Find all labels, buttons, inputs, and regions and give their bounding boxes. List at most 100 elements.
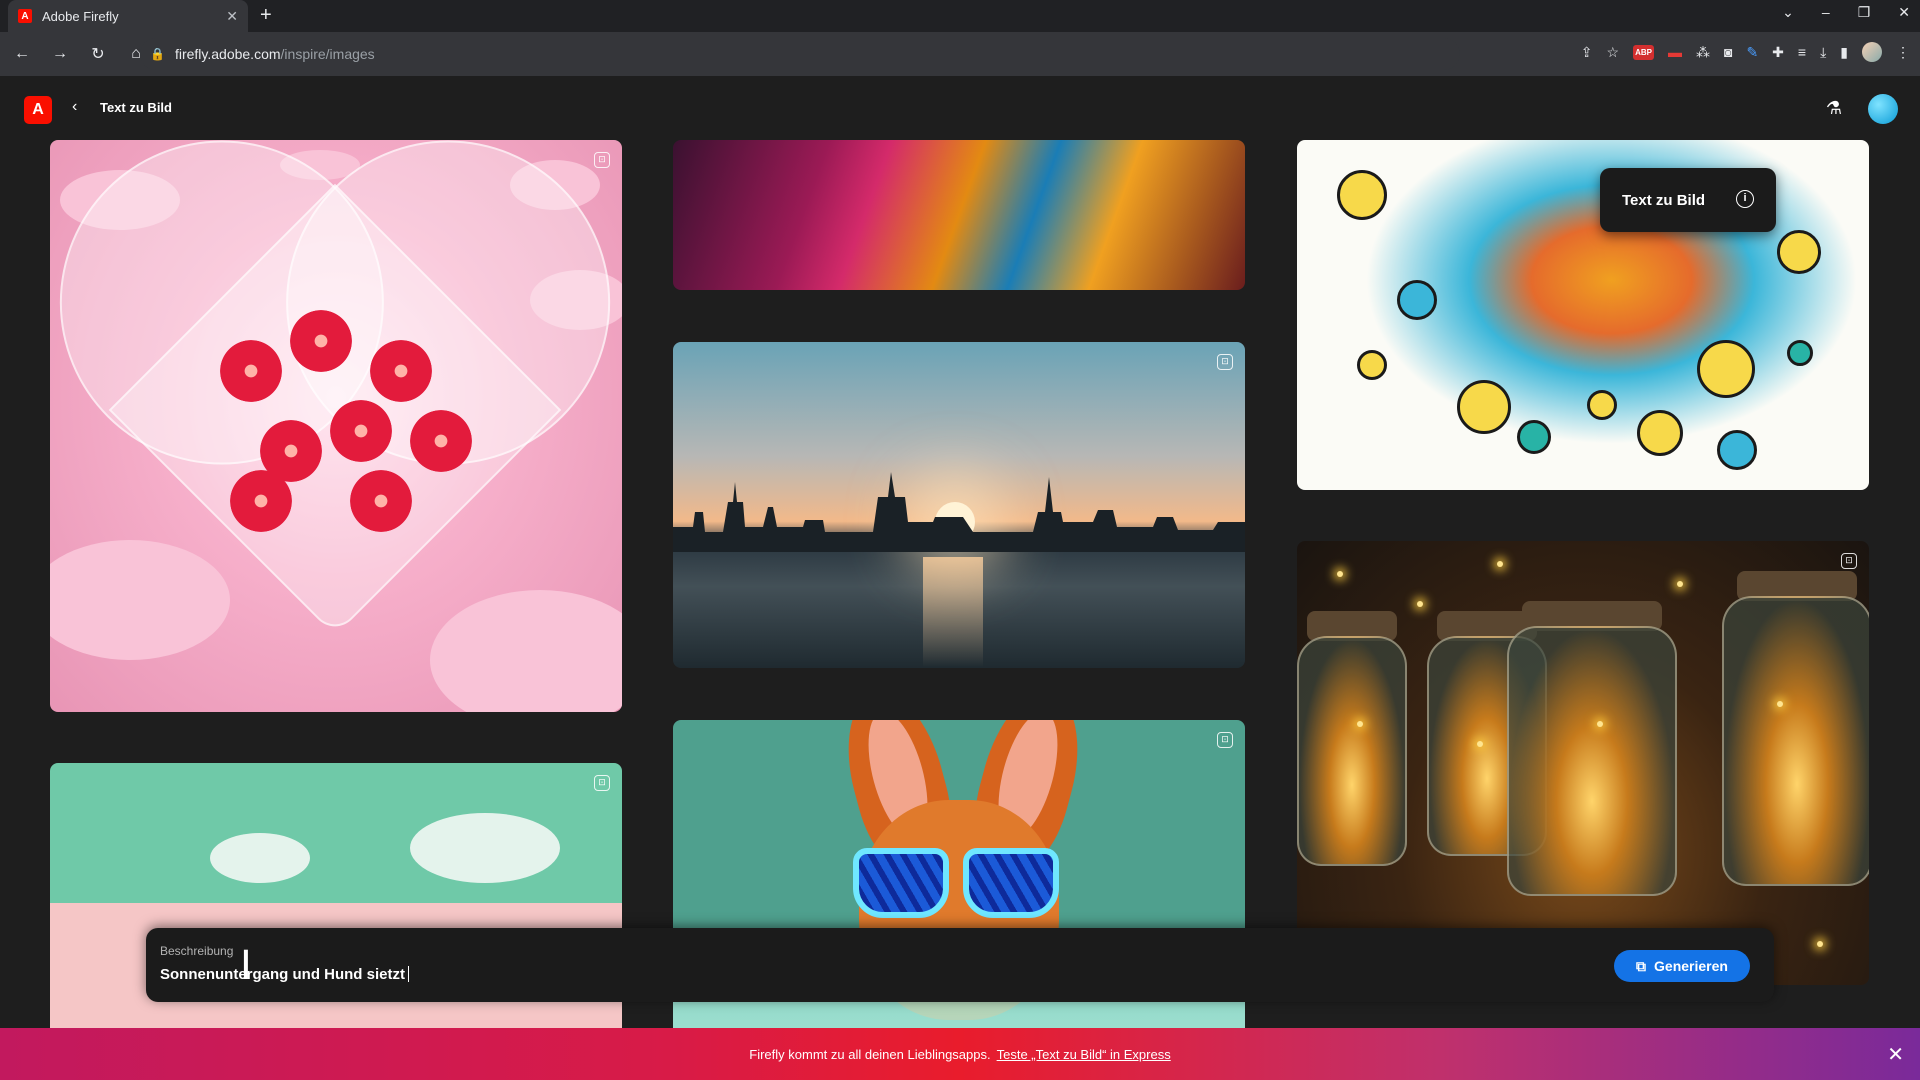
decor	[430, 590, 622, 712]
reload-icon[interactable]: ↻	[82, 44, 114, 64]
decor	[1357, 721, 1363, 727]
decor	[1357, 350, 1387, 380]
back-arrow-icon[interactable]: ←	[6, 45, 38, 63]
decor	[50, 540, 230, 660]
extension-icons: ⇪ ☆ ABP ▬ ⁂ ◙ ✎ ✚ ≡ ⤓ ▮ ⋮	[1581, 42, 1910, 62]
decor	[1677, 581, 1683, 587]
decor	[1337, 170, 1387, 220]
puzzle-icon[interactable]: ✚	[1772, 44, 1784, 61]
page-title[interactable]: Text zu Bild	[100, 100, 172, 115]
decor	[1297, 636, 1407, 866]
decor	[210, 833, 310, 883]
gallery-image-jars[interactable]: ⊡	[1297, 541, 1869, 985]
close-window-button[interactable]: ✕	[1898, 4, 1910, 21]
image-action-icon[interactable]: ⊡	[594, 775, 610, 791]
forward-arrow-icon[interactable]: →	[44, 45, 76, 63]
image-gallery: ⊡ ⊡ ⊡ ⊡ ⊡	[0, 140, 1920, 1028]
decor	[1697, 340, 1755, 398]
pen-icon[interactable]: ✎	[1746, 44, 1758, 61]
decor	[963, 848, 1059, 918]
side-panel-icon[interactable]: ▮	[1840, 44, 1848, 61]
adblock-icon[interactable]: ABP	[1633, 44, 1654, 60]
close-icon[interactable]: ✕	[1887, 1042, 1904, 1067]
decor	[1777, 701, 1783, 707]
flask-icon[interactable]: ⚗	[1826, 98, 1842, 119]
decor	[230, 470, 292, 532]
image-action-icon[interactable]: ⊡	[1217, 354, 1233, 370]
banner-link[interactable]: Teste „Text zu Bild“ in Express	[997, 1047, 1171, 1062]
tab-title: Adobe Firefly	[42, 8, 119, 24]
decor	[350, 470, 412, 532]
minimize-button[interactable]: –	[1822, 4, 1830, 21]
prompt-bar: Beschreibung Sonnenuntergang und Hund si…	[146, 928, 1774, 1002]
decor	[1717, 430, 1757, 470]
decor	[1637, 410, 1683, 456]
decor	[1457, 380, 1511, 434]
tooltip-label: Text zu Bild	[1622, 191, 1706, 209]
decor	[1817, 941, 1823, 947]
decor	[220, 340, 282, 402]
generate-button[interactable]: ⧉ Generieren	[1614, 950, 1750, 982]
gallery-image-heart[interactable]: ⊡	[50, 140, 622, 712]
gallery-image-doodle[interactable]	[1297, 140, 1869, 490]
url-host: firefly.adobe.com	[174, 46, 281, 62]
banner-text: Firefly kommt zu all deinen Lieblingsapp…	[749, 1046, 991, 1062]
url-path: /inspire/images	[280, 46, 375, 62]
browser-toolbar: ← → ↻ ⌂ 🔒 firefly.adobe.com/inspire/imag…	[0, 32, 1920, 76]
decor	[1597, 721, 1603, 727]
window-controls: ⌄ – ❐ ✕	[1782, 4, 1910, 21]
image-action-icon[interactable]: ⊡	[1841, 553, 1857, 569]
prompt-input[interactable]: Sonnenuntergang und Hund sietzt	[160, 966, 409, 983]
decor	[290, 310, 352, 372]
decor	[370, 340, 432, 402]
image-action-icon[interactable]: ⊡	[1217, 732, 1233, 748]
decor	[1337, 571, 1343, 577]
text-to-image-tooltip[interactable]: Text zu Bild i	[1600, 168, 1776, 232]
adobe-logo-icon[interactable]: A	[24, 96, 52, 124]
image-action-icon[interactable]: ⊡	[594, 152, 610, 168]
prompt-label: Beschreibung	[160, 944, 234, 958]
back-chevron-icon[interactable]: ‹	[72, 98, 77, 116]
decor	[1777, 230, 1821, 274]
browser-profile-avatar[interactable]	[1862, 42, 1882, 62]
decor	[1507, 626, 1677, 896]
extension-dots-icon[interactable]: ⁂	[1696, 44, 1710, 61]
generate-icon: ⧉	[1636, 957, 1647, 974]
decor	[923, 557, 983, 667]
gallery-image-skyline[interactable]: ⊡	[673, 342, 1245, 668]
browser-menu-icon[interactable]: ⋮	[1896, 44, 1910, 61]
lock-icon[interactable]: 🔒	[150, 47, 165, 61]
browser-tab[interactable]: A Adobe Firefly ✕	[8, 0, 248, 32]
info-icon[interactable]: i	[1736, 190, 1754, 208]
decor	[853, 848, 949, 918]
media-list-icon[interactable]: ≡	[1798, 44, 1806, 60]
promo-banner: Firefly kommt zu all deinen Lieblingsapp…	[0, 1028, 1920, 1080]
decor	[330, 400, 392, 462]
decor	[1787, 340, 1813, 366]
gallery-image-feathers[interactable]	[673, 140, 1245, 290]
decor	[1417, 601, 1423, 607]
adobe-favicon-icon: A	[18, 9, 32, 23]
generate-button-label: Generieren	[1654, 958, 1728, 974]
tab-close-icon[interactable]: ✕	[226, 8, 238, 25]
download-icon[interactable]: ⤓	[1820, 44, 1826, 61]
skyline-silhouette	[673, 472, 1245, 552]
decor	[410, 410, 472, 472]
decor	[1477, 741, 1483, 747]
extension-red-icon[interactable]: ▬	[1668, 44, 1682, 60]
avatar[interactable]	[1868, 94, 1898, 124]
app-header: A ‹ Text zu Bild ⚗	[0, 76, 1920, 140]
address-bar[interactable]: 🔒 firefly.adobe.com/inspire/images	[140, 38, 1460, 70]
bookmark-star-icon[interactable]: ☆	[1607, 44, 1620, 61]
new-tab-button[interactable]: +	[260, 4, 272, 27]
decor	[1722, 596, 1869, 886]
decor	[1397, 280, 1437, 320]
tab-search-icon[interactable]: ⌄	[1782, 4, 1794, 21]
decor	[410, 813, 560, 883]
camera-icon[interactable]: ◙	[1724, 44, 1732, 60]
share-icon[interactable]: ⇪	[1581, 44, 1593, 61]
decor	[1587, 390, 1617, 420]
text-cursor-icon: I	[240, 943, 252, 989]
browser-tabbar: A Adobe Firefly ✕ + ⌄ – ❐ ✕	[0, 0, 1920, 32]
restore-button[interactable]: ❐	[1858, 4, 1871, 21]
